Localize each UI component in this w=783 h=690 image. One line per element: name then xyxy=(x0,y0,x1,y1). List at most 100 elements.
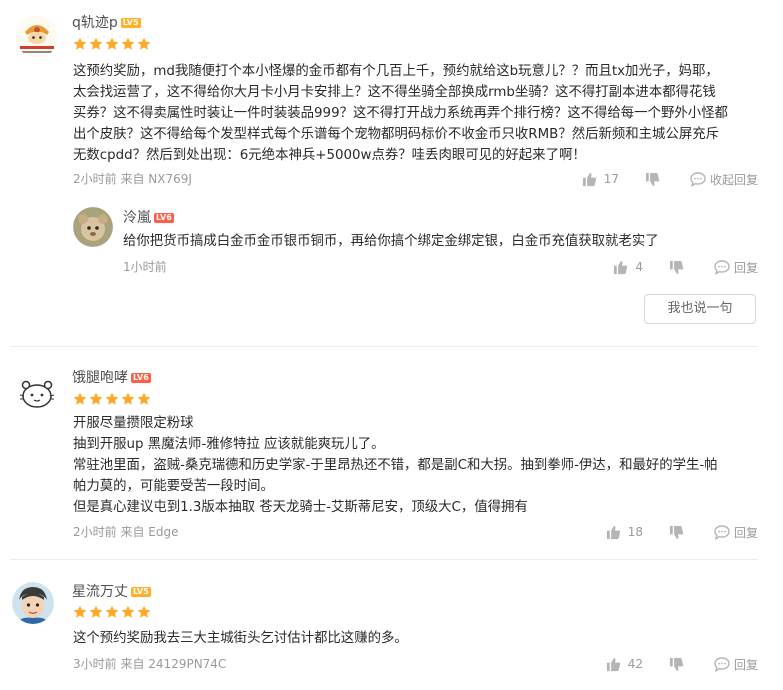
review-meta: 3小时前 来自 24129PN74C xyxy=(73,656,226,672)
star-icon xyxy=(73,37,87,50)
content-line: 但是真心建议屯到1.3版本抽取 苍天龙骑士-艾斯蒂尼安，顶级大C，值得拥有 xyxy=(73,500,528,515)
rating-stars xyxy=(73,605,151,619)
star-icon xyxy=(137,605,151,618)
content-line: 这预约奖励，md我随便打个本小怪爆的金币都有个几百上千，预约就给这b玩意儿？？而… xyxy=(73,64,719,79)
thumbs-up-icon xyxy=(582,172,596,186)
reply-username[interactable]: 泠嵐 LV6 xyxy=(123,209,174,227)
avatar-image xyxy=(73,207,113,247)
review-actions: 17 收起回复 xyxy=(582,170,758,188)
content-line: 出个皮肤？这不得给每个发型样式每个乐谱每个宠物都明码标价不收金币只收RMB？然后… xyxy=(73,127,720,142)
review-meta: 2小时前 来自 Edge xyxy=(73,524,178,540)
username[interactable]: 星流万丈 LV5 xyxy=(72,583,151,601)
content-line: 帕力莫的，可能要受苦一段时间。 xyxy=(73,479,274,494)
thumbs-down-icon xyxy=(669,260,684,274)
timestamp: 2小时前 xyxy=(73,172,117,186)
star-icon xyxy=(105,37,119,50)
like-button[interactable]: 4 xyxy=(613,260,643,275)
dislike-button[interactable] xyxy=(669,657,684,672)
avatar[interactable] xyxy=(16,16,58,58)
star-icon xyxy=(121,37,135,50)
like-count: 4 xyxy=(635,260,643,274)
star-icon xyxy=(73,605,87,618)
thumbs-up-icon xyxy=(606,657,620,671)
level-badge: LV5 xyxy=(131,587,151,597)
username-text[interactable]: 泠嵐 xyxy=(123,210,151,226)
comment-icon xyxy=(690,171,706,187)
star-icon xyxy=(121,392,135,405)
reply-button[interactable]: 回复 xyxy=(714,524,758,541)
dislike-button[interactable] xyxy=(669,525,684,540)
rating-stars xyxy=(73,392,151,406)
star-icon xyxy=(89,605,103,618)
avatar[interactable] xyxy=(16,372,58,414)
thumbs-up-icon xyxy=(606,525,620,539)
content-line: 买券？这不得卖属性时装让一件时装装品999？这不得打开战力系统再弄个排行榜？这不… xyxy=(73,106,728,121)
level-badge: LV5 xyxy=(120,18,141,28)
review-content: 这个预约奖励我去三大主城街头乞讨估计都比这赚的多。 xyxy=(73,628,408,649)
like-button[interactable]: 18 xyxy=(606,525,643,540)
reply-button[interactable]: 回复 xyxy=(714,259,758,276)
username-text[interactable]: 饿腿咆哮 xyxy=(72,370,128,386)
level-badge: LV6 xyxy=(154,213,174,223)
thumbs-down-icon xyxy=(669,657,684,671)
star-icon xyxy=(105,392,119,405)
star-icon xyxy=(121,605,135,618)
star-icon xyxy=(137,392,151,405)
device-source: 来自 Edge xyxy=(120,525,179,539)
username-text[interactable]: 星流万丈 xyxy=(72,584,128,600)
comment-icon xyxy=(714,524,730,540)
timestamp: 1小时前 xyxy=(123,260,167,274)
divider xyxy=(10,346,758,347)
like-count: 17 xyxy=(603,172,619,186)
avatar[interactable] xyxy=(12,582,54,624)
device-source: 来自 24129PN74C xyxy=(120,657,227,671)
username[interactable]: 饿腿咆哮 LV6 xyxy=(72,369,151,387)
timestamp: 2小时前 xyxy=(73,525,117,539)
content-line: 常驻池里面，盗贼-桑克瑞德和历史学家-于里昂热还不错，都是副C和大拐。抽到拳师-… xyxy=(73,458,718,473)
star-icon xyxy=(137,37,151,50)
dislike-button[interactable] xyxy=(669,260,684,275)
like-button[interactable]: 42 xyxy=(606,657,643,672)
username-text[interactable]: q轨迹p xyxy=(72,15,118,31)
reply-content: 给你把货币搞成白金币金币银币铜币，再给你搞个绑定金绑定银，白金币充值获取就老实了 xyxy=(123,234,659,249)
review-actions: 42 回复 xyxy=(606,655,758,673)
avatar-image xyxy=(16,372,58,414)
review-content: 开服尽量攒限定粉球 抽到开服up 黑魔法师-雅修特拉 应该就能爽玩儿了。 常驻池… xyxy=(73,413,718,518)
like-count: 42 xyxy=(627,657,643,671)
avatar-image xyxy=(12,582,54,624)
like-button[interactable]: 17 xyxy=(582,172,619,187)
level-badge: LV6 xyxy=(131,373,151,383)
avatar-image xyxy=(16,16,58,58)
review-content: 这预约奖励，md我随便打个本小怪爆的金币都有个几百上千，预约就给这b玩意儿？？而… xyxy=(73,61,728,166)
divider xyxy=(10,559,758,560)
content-line: 无数cpdd？然后到处出现：6元绝本神兵+5000w点券？哇丢肉眼可见的好起来了… xyxy=(73,148,586,163)
reply-label: 回复 xyxy=(733,260,758,275)
review-actions: 18 回复 xyxy=(606,523,758,541)
content-line: 开服尽量攒限定粉球 xyxy=(73,416,194,431)
thumbs-down-icon xyxy=(645,172,660,186)
content-line: 太会找运营了，这不得给你大月卡小月卡安排上？这不得坐骑全部换成rmb坐骑？这不得… xyxy=(73,85,716,100)
reply-actions: 4 回复 xyxy=(613,258,758,276)
thumbs-up-icon xyxy=(614,260,628,274)
rating-stars xyxy=(73,37,151,51)
star-icon xyxy=(105,605,119,618)
content-line: 这个预约奖励我去三大主城街头乞讨估计都比这赚的多。 xyxy=(73,631,408,646)
timestamp: 3小时前 xyxy=(73,657,117,671)
username[interactable]: q轨迹p LV5 xyxy=(72,14,141,32)
star-icon xyxy=(73,392,87,405)
reply-label: 回复 xyxy=(733,525,758,540)
review-meta: 2小时前 来自 NX769J xyxy=(73,171,192,187)
collapse-reply-button[interactable]: 收起回复 xyxy=(690,171,758,188)
star-icon xyxy=(89,392,103,405)
dislike-button[interactable] xyxy=(645,172,660,187)
reply-label: 回复 xyxy=(733,657,758,672)
reply-label: 收起回复 xyxy=(709,172,758,187)
comment-icon xyxy=(714,656,730,672)
reply-avatar[interactable] xyxy=(73,207,113,247)
like-count: 18 xyxy=(627,525,643,539)
thumbs-down-icon xyxy=(669,525,684,539)
content-line: 抽到开服up 黑魔法师-雅修特拉 应该就能爽玩儿了。 xyxy=(73,437,385,452)
reply-button[interactable]: 回复 xyxy=(714,656,758,673)
say-something-button[interactable]: 我也说一句 xyxy=(644,294,756,324)
comment-icon xyxy=(714,259,730,275)
